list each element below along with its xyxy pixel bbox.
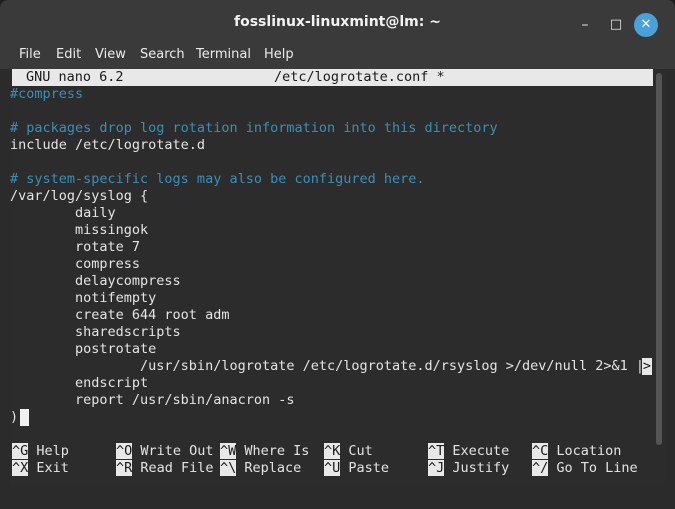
terminal-scrollbar[interactable] bbox=[653, 69, 665, 486]
shortcut-item[interactable]: ^G Help bbox=[12, 443, 69, 460]
code-line: daily bbox=[10, 205, 116, 221]
code-line: /var/log/syslog { bbox=[10, 188, 149, 204]
shortcut-item[interactable]: ^T Execute bbox=[428, 443, 509, 460]
code-line: include /etc/logrotate.d bbox=[10, 137, 206, 153]
terminal-area[interactable]: GNU nano 6.2 /etc/logrotate.conf * #comp… bbox=[10, 69, 653, 486]
shortcut-item[interactable]: ^X Exit bbox=[12, 460, 69, 477]
scroll-thumb[interactable] bbox=[656, 73, 662, 445]
shortcut-item[interactable]: ^\ Replace bbox=[220, 460, 301, 477]
shortcut-item[interactable]: ^J Justify bbox=[428, 460, 509, 477]
shortcut-label: Justify bbox=[444, 460, 510, 476]
shortcut-key: ^X bbox=[12, 460, 29, 476]
shortcut-label: Exit bbox=[28, 460, 69, 476]
shortcut-item[interactable]: ^U Paste bbox=[324, 460, 389, 477]
code-line: sharedscripts bbox=[10, 324, 181, 340]
code-line: postrotate bbox=[10, 341, 157, 357]
shortcut-key: ^U bbox=[324, 460, 341, 476]
comment-line: #compress bbox=[10, 86, 84, 102]
shortcut-label: Cut bbox=[340, 443, 373, 459]
menu-search[interactable]: Search bbox=[140, 47, 185, 62]
shortcut-item[interactable]: ^C Location bbox=[532, 443, 621, 460]
nano-version: GNU nano 6.2 bbox=[26, 69, 124, 85]
shortcut-key: ^W bbox=[220, 443, 237, 459]
code-line: compress bbox=[10, 256, 141, 272]
shortcut-label: Read File bbox=[132, 460, 214, 476]
maximize-button[interactable]: □ bbox=[605, 14, 627, 36]
shortcut-item[interactable]: ^R Read File bbox=[116, 460, 214, 477]
shortcut-item[interactable]: ^/ Go To Line bbox=[532, 460, 638, 477]
shortcut-label: Execute bbox=[444, 443, 510, 459]
shortcut-label: Write Out bbox=[132, 443, 214, 459]
menu-view[interactable]: View bbox=[95, 47, 126, 62]
shortcut-label: Help bbox=[28, 443, 69, 459]
code-line: /usr/sbin/logrotate /etc/logrotate.d/rsy… bbox=[10, 358, 653, 374]
shortcut-label: Replace bbox=[236, 460, 302, 476]
shortcut-label: Location bbox=[548, 443, 622, 459]
code-line: missingok bbox=[10, 222, 149, 238]
shortcut-key: ^/ bbox=[532, 460, 549, 476]
code-line: rotate 7 bbox=[10, 239, 141, 255]
menu-help[interactable]: Help bbox=[264, 47, 294, 62]
menu-file[interactable]: File bbox=[19, 47, 41, 62]
shortcut-key: ^J bbox=[428, 460, 445, 476]
code-line: create 644 root adm bbox=[10, 307, 230, 323]
closing-brace: ) bbox=[10, 409, 19, 425]
menu-terminal[interactable]: Terminal bbox=[196, 47, 251, 62]
code-line: delaycompress bbox=[10, 273, 181, 289]
shortcut-label: Go To Line bbox=[548, 460, 638, 476]
shortcut-label: Paste bbox=[340, 460, 390, 476]
minimize-button[interactable]: – bbox=[574, 14, 596, 36]
menu-edit[interactable]: Edit bbox=[56, 47, 81, 62]
close-button[interactable]: ✕ bbox=[634, 13, 658, 37]
shortcut-key: ^T bbox=[428, 443, 445, 459]
code-line: report /usr/sbin/anacron -s bbox=[10, 392, 295, 408]
shortcut-item[interactable]: ^K Cut bbox=[324, 443, 373, 460]
nano-header: GNU nano 6.2 /etc/logrotate.conf * bbox=[12, 69, 653, 86]
shortcut-key: ^K bbox=[324, 443, 341, 459]
terminal-window: fosslinux-linuxmint@lm: ~ – □ ✕ File Edi… bbox=[0, 0, 675, 509]
shortcut-item[interactable]: ^W Where Is bbox=[220, 443, 309, 460]
line-overflow-marker: > bbox=[642, 358, 652, 375]
shortcut-key: ^R bbox=[116, 460, 133, 476]
shortcut-label: Where Is bbox=[236, 443, 310, 459]
comment-line: # packages drop log rotation information… bbox=[10, 120, 498, 136]
shortcut-key: ^O bbox=[116, 443, 133, 459]
menu-bar: File Edit View Search Terminal Help bbox=[0, 42, 675, 69]
code-line: endscript bbox=[10, 375, 149, 391]
shortcut-key: ^G bbox=[12, 443, 29, 459]
shortcut-item[interactable]: ^O Write Out bbox=[116, 443, 214, 460]
text-cursor bbox=[20, 409, 29, 426]
shortcut-key: ^C bbox=[532, 443, 549, 459]
shortcut-key: ^\ bbox=[220, 460, 237, 476]
title-bar[interactable]: fosslinux-linuxmint@lm: ~ – □ ✕ bbox=[0, 0, 675, 42]
nano-filename: /etc/logrotate.conf * bbox=[274, 69, 445, 85]
comment-line: # system-specific logs may also be confi… bbox=[10, 171, 425, 187]
code-line: notifempty bbox=[10, 290, 157, 306]
